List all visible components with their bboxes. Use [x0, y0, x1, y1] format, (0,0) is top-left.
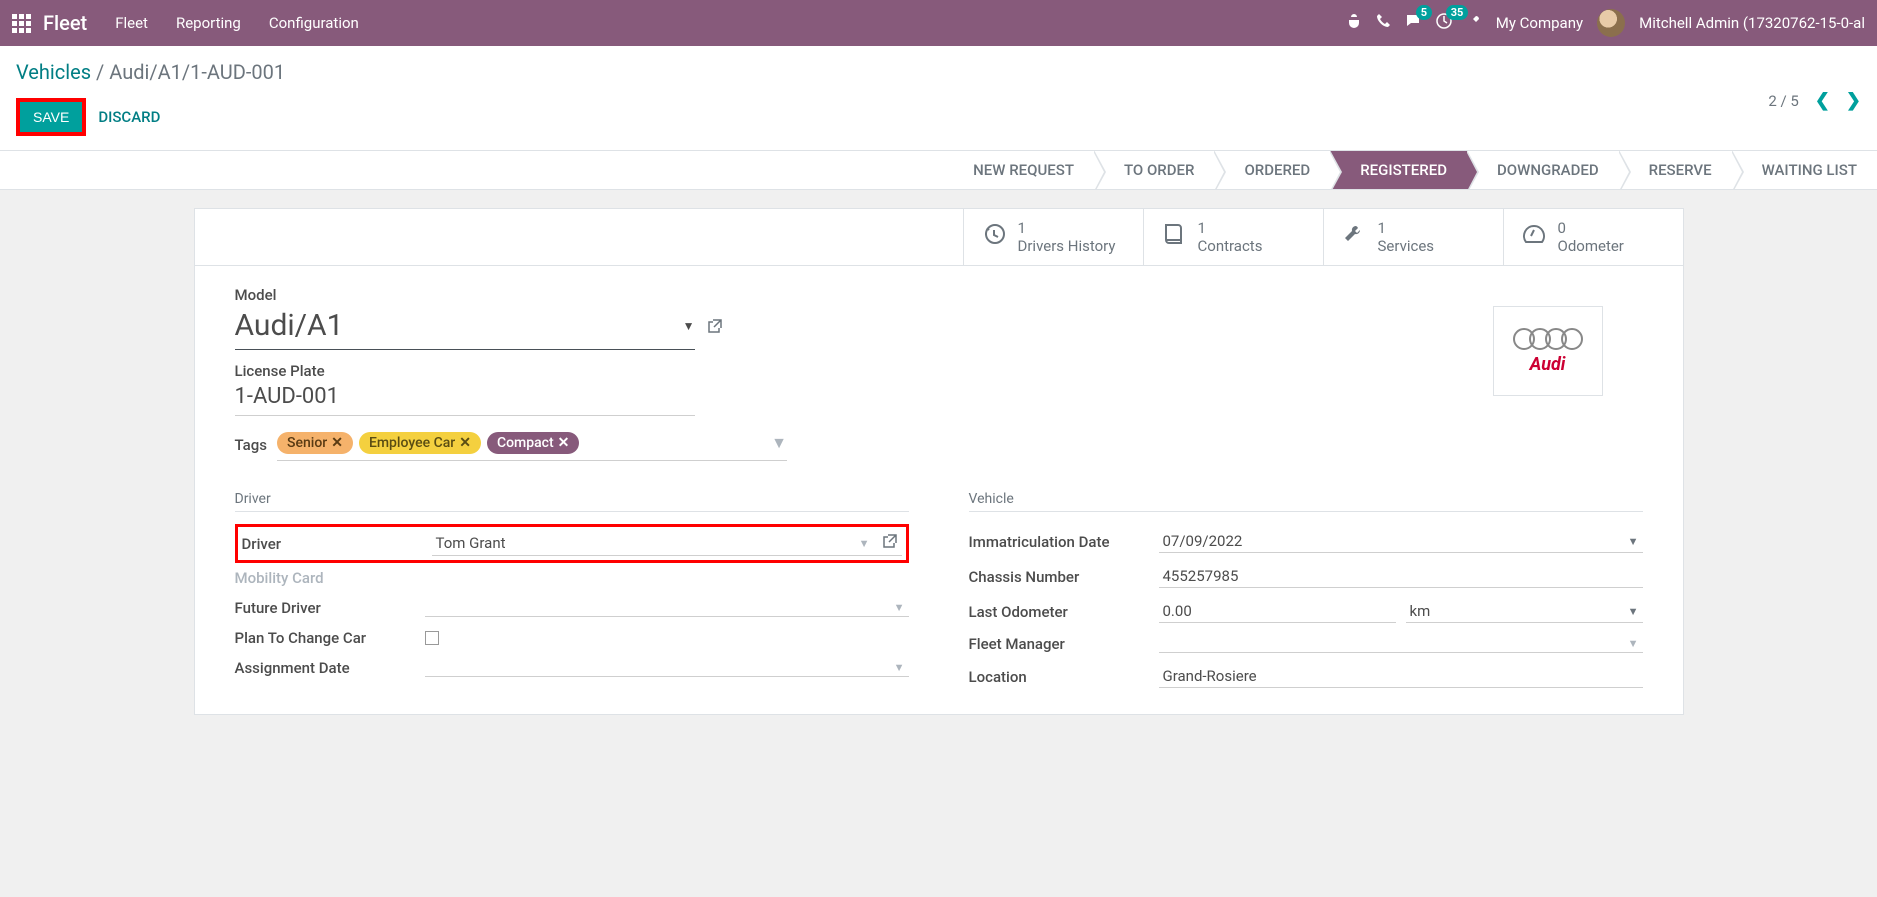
form-body: Audi Model Audi/A1 ▼ License Plate 1-AUD… — [195, 266, 1683, 714]
stat-buttons: 1Drivers History 1Contracts 1Services 0O… — [195, 209, 1683, 266]
chevron-down-icon: ▼ — [1628, 605, 1639, 618]
chassis-label: Chassis Number — [969, 568, 1159, 586]
stat-services[interactable]: 1Services — [1323, 209, 1503, 265]
gauge-icon — [1522, 222, 1546, 252]
vehicle-section: Vehicle Immatriculation Date 07/09/2022▼… — [969, 491, 1643, 694]
pager: 2 / 5 ❮ ❯ — [1768, 90, 1861, 111]
driver-label: Driver — [242, 535, 432, 553]
book-icon — [1162, 222, 1186, 252]
form-card: 1Drivers History 1Contracts 1Services 0O… — [194, 208, 1684, 715]
assignment-date-label: Assignment Date — [235, 659, 425, 677]
tags-label: Tags — [235, 436, 267, 454]
chevron-down-icon: ▼ — [894, 661, 905, 674]
plate-input[interactable]: 1-AUD-001 — [235, 382, 695, 416]
stat-contracts[interactable]: 1Contracts — [1143, 209, 1323, 265]
user-name[interactable]: Mitchell Admin (17320762-15-0-al — [1639, 14, 1865, 32]
action-buttons: SAVE DISCARD — [16, 98, 285, 136]
external-link-icon[interactable] — [882, 533, 898, 553]
messages-icon[interactable]: 5 — [1406, 13, 1422, 33]
header-right: 5 35 My Company Mitchell Admin (17320762… — [1346, 9, 1865, 37]
odometer-label: Last Odometer — [969, 603, 1159, 621]
pager-text: 2 / 5 — [1768, 92, 1799, 110]
activity-icon[interactable]: 35 — [1436, 13, 1452, 33]
status-downgraded[interactable]: DOWNGRADED — [1467, 151, 1619, 189]
nav-configuration[interactable]: Configuration — [269, 14, 359, 32]
close-icon[interactable]: ✕ — [558, 435, 570, 451]
messages-badge: 5 — [1416, 5, 1432, 20]
driver-input[interactable]: Tom Grant ▼ — [432, 531, 902, 556]
close-icon[interactable]: ✕ — [331, 435, 343, 451]
tag-senior[interactable]: Senior ✕ — [277, 432, 353, 454]
status-to-order[interactable]: TO ORDER — [1094, 151, 1214, 189]
nav-menu: Fleet Reporting Configuration — [115, 14, 1346, 32]
status-bar: NEW REQUEST TO ORDER ORDERED REGISTERED … — [0, 151, 1877, 190]
tag-employee-car[interactable]: Employee Car ✕ — [359, 432, 481, 454]
brand-title: Fleet — [43, 11, 87, 35]
chevron-down-icon: ▼ — [859, 537, 870, 550]
brand-logo: Audi — [1493, 306, 1603, 396]
breadcrumb-current: Audi/A1/1-AUD-001 — [109, 60, 285, 84]
breadcrumb: Vehicles / Audi/A1/1-AUD-001 — [16, 60, 285, 84]
external-link-icon[interactable] — [707, 318, 723, 338]
stat-odometer[interactable]: 0Odometer — [1503, 209, 1683, 265]
sub-header: Vehicles / Audi/A1/1-AUD-001 SAVE DISCAR… — [0, 46, 1877, 151]
close-icon[interactable]: ✕ — [459, 435, 471, 451]
chevron-down-icon: ▼ — [771, 433, 787, 453]
assignment-date-input[interactable]: ▼ — [425, 659, 909, 677]
wrench-icon — [1342, 222, 1366, 252]
status-reserve[interactable]: RESERVE — [1619, 151, 1732, 189]
location-label: Location — [969, 668, 1159, 686]
chevron-down-icon: ▼ — [1628, 637, 1639, 650]
history-icon — [982, 222, 1006, 252]
phone-icon[interactable] — [1376, 13, 1392, 33]
pager-next-icon[interactable]: ❯ — [1846, 90, 1861, 111]
future-driver-label: Future Driver — [235, 599, 425, 617]
avatar[interactable] — [1597, 9, 1625, 37]
content-area: 1Drivers History 1Contracts 1Services 0O… — [0, 190, 1877, 715]
stat-drivers-history[interactable]: 1Drivers History — [963, 209, 1143, 265]
company-name[interactable]: My Company — [1496, 14, 1583, 32]
driver-section: Driver Driver Tom Grant ▼ — [235, 491, 909, 694]
imm-date-input[interactable]: 07/09/2022▼ — [1159, 530, 1643, 553]
audi-text: Audi — [1530, 354, 1566, 375]
section-title-vehicle: Vehicle — [969, 491, 1643, 512]
model-input[interactable]: Audi/A1 ▼ — [235, 306, 695, 350]
future-driver-input[interactable]: ▼ — [425, 599, 909, 617]
chevron-down-icon: ▼ — [894, 601, 905, 614]
discard-button[interactable]: DISCARD — [94, 102, 164, 132]
bug-icon[interactable] — [1346, 13, 1362, 33]
save-button[interactable]: SAVE — [20, 102, 82, 132]
nav-reporting[interactable]: Reporting — [176, 14, 241, 32]
chevron-down-icon: ▼ — [683, 319, 695, 333]
tags-input[interactable]: Senior ✕ Employee Car ✕ Compact ✕ ▼ — [277, 428, 787, 461]
odometer-value-input[interactable]: 0.00 — [1159, 600, 1396, 623]
plan-change-checkbox[interactable] — [425, 631, 439, 645]
mobility-label: Mobility Card — [235, 569, 425, 587]
status-waiting-list[interactable]: WAITING LIST — [1732, 151, 1877, 189]
nav-fleet[interactable]: Fleet — [115, 14, 148, 32]
tag-compact[interactable]: Compact ✕ — [487, 432, 579, 454]
section-title-driver: Driver — [235, 491, 909, 512]
fleet-manager-label: Fleet Manager — [969, 635, 1159, 653]
status-registered[interactable]: REGISTERED — [1330, 151, 1467, 189]
plate-label: License Plate — [235, 362, 1643, 380]
chevron-down-icon: ▼ — [1628, 535, 1639, 548]
status-ordered[interactable]: ORDERED — [1214, 151, 1330, 189]
fleet-manager-input[interactable]: ▼ — [1159, 635, 1643, 653]
pager-prev-icon[interactable]: ❮ — [1815, 90, 1830, 111]
location-input[interactable]: Grand-Rosiere — [1159, 665, 1643, 688]
breadcrumb-root[interactable]: Vehicles — [16, 60, 91, 84]
chassis-input[interactable]: 455257985 — [1159, 565, 1643, 588]
plan-change-label: Plan To Change Car — [235, 629, 425, 647]
imm-date-label: Immatriculation Date — [969, 533, 1159, 551]
status-new-request[interactable]: NEW REQUEST — [943, 151, 1094, 189]
top-header: Fleet Fleet Reporting Configuration 5 35… — [0, 0, 1877, 46]
odometer-unit-select[interactable]: km▼ — [1406, 600, 1643, 623]
apps-icon[interactable] — [12, 14, 31, 33]
model-label: Model — [235, 286, 1643, 304]
audi-rings-icon — [1513, 328, 1583, 350]
tools-icon[interactable] — [1466, 13, 1482, 33]
